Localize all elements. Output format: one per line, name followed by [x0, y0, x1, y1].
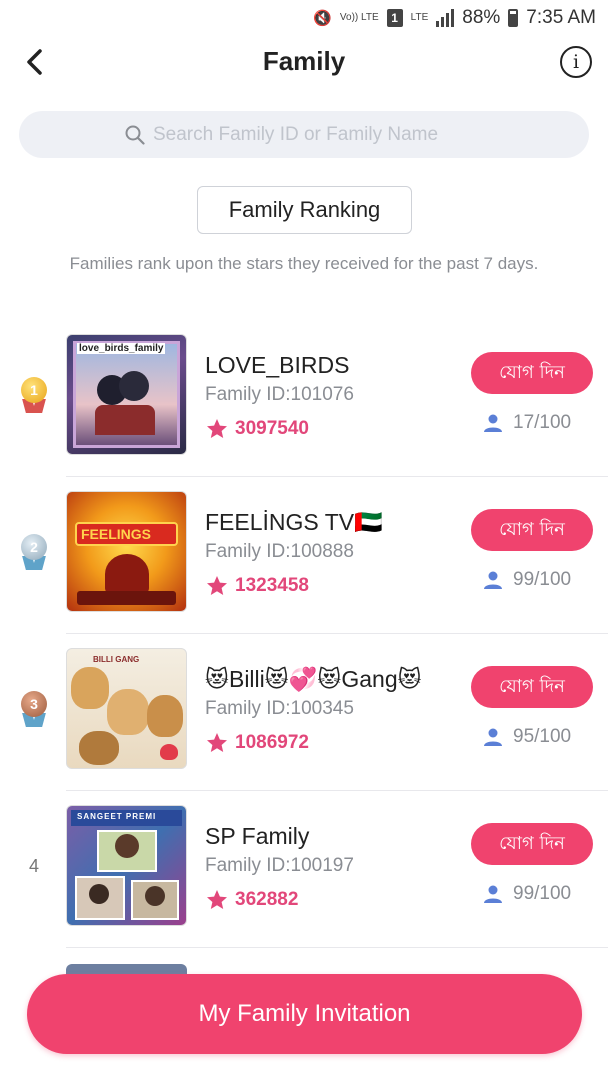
family-avatar: SANGEET PREMI — [66, 805, 187, 926]
search-input[interactable] — [153, 123, 483, 146]
family-avatar: BILLI GANG — [66, 648, 187, 769]
page-title: Family — [262, 46, 346, 76]
ranking-description: Families rank upon the stars they receiv… — [69, 254, 539, 273]
volte-indicator: Vo)) LTE — [339, 12, 379, 23]
family-list: 1 love_birds_family LOVE_BIRDS Family ID… — [0, 320, 608, 948]
rank-badge: 2 — [16, 532, 52, 572]
family-name: 😻Billi😻💞😻Gang😻 — [205, 666, 422, 692]
members-value: 99/100 — [513, 883, 572, 904]
star-icon — [207, 890, 227, 909]
status-bar: 🔇 Vo)) LTE 1 LTE 88% 7:35 AM — [0, 0, 608, 36]
star-icon — [207, 419, 227, 438]
family-name: SP Family — [205, 823, 310, 849]
rank-badge: 1 — [16, 375, 52, 415]
lte-indicator: LTE — [410, 12, 429, 23]
member-count: 99/100 — [483, 883, 571, 905]
family-id: Family ID:100197 — [205, 855, 354, 876]
user-icon — [484, 414, 502, 432]
members-value: 17/100 — [513, 412, 572, 433]
family-stars: 3097540 — [205, 417, 309, 441]
join-button[interactable]: যোগ দিন — [471, 666, 593, 708]
stars-count: 3097540 — [235, 418, 309, 439]
silver-medal-icon: 2 — [18, 534, 50, 570]
divider — [66, 947, 608, 948]
my-family-invitation-button[interactable]: My Family Invitation — [27, 974, 582, 1054]
rank-badge: 3 — [16, 689, 52, 729]
bronze-medal-icon: 3 — [18, 691, 50, 727]
member-count: 17/100 — [483, 412, 571, 434]
search-icon — [125, 125, 145, 145]
family-name: LOVE_BIRDS — [205, 352, 350, 378]
user-icon — [484, 571, 502, 589]
search-bar[interactable] — [19, 111, 589, 158]
battery-icon — [508, 9, 519, 27]
join-button[interactable]: যোগ দিন — [471, 352, 593, 394]
clock: 7:35 AM — [526, 7, 596, 28]
family-ranking-button[interactable]: Family Ranking — [197, 186, 412, 234]
family-id: Family ID:100888 — [205, 541, 354, 562]
star-icon — [207, 733, 227, 752]
join-button[interactable]: যোগ দিন — [471, 509, 593, 551]
family-id: Family ID:101076 — [205, 384, 354, 405]
gold-medal-icon: 1 — [18, 377, 50, 413]
family-row[interactable]: 1 love_birds_family LOVE_BIRDS Family ID… — [0, 320, 608, 477]
stars-count: 362882 — [235, 889, 299, 910]
members-value: 99/100 — [513, 569, 572, 590]
info-button[interactable]: i — [560, 46, 592, 78]
signal-icon — [436, 9, 455, 27]
member-count: 95/100 — [483, 726, 571, 748]
info-icon: i — [572, 51, 580, 73]
family-avatar: love_birds_family — [66, 334, 187, 455]
stars-count: 1086972 — [235, 732, 309, 753]
battery-percent: 88% — [462, 7, 501, 28]
family-row[interactable]: 3 BILLI GANG 😻Billi😻💞😻Gang😻 Family ID:10… — [0, 634, 608, 791]
family-name: FEELİNGS TV🇦🇪 — [205, 509, 383, 535]
members-value: 95/100 — [513, 726, 572, 747]
mute-icon: 🔇 — [313, 10, 332, 27]
family-stars: 1323458 — [205, 574, 309, 598]
sim-indicator: 1 — [386, 9, 403, 27]
header: Family i — [0, 36, 608, 88]
star-icon — [207, 576, 227, 595]
family-stars: 362882 — [205, 888, 298, 912]
user-icon — [484, 885, 502, 903]
member-count: 99/100 — [483, 569, 571, 591]
family-stars: 1086972 — [205, 731, 309, 755]
user-icon — [484, 728, 502, 746]
family-row[interactable]: 4 SANGEET PREMI SP Family Family ID:1001… — [0, 791, 608, 948]
rank-number: 4 — [28, 855, 39, 876]
rank-badge: 4 — [16, 846, 52, 886]
family-avatar: FEELINGS — [66, 491, 187, 612]
join-button[interactable]: যোগ দিন — [471, 823, 593, 865]
stars-count: 1323458 — [235, 575, 309, 596]
family-row[interactable]: 2 FEELINGS FEELİNGS TV🇦🇪 Family ID:10088… — [0, 477, 608, 634]
family-id: Family ID:100345 — [205, 698, 354, 719]
